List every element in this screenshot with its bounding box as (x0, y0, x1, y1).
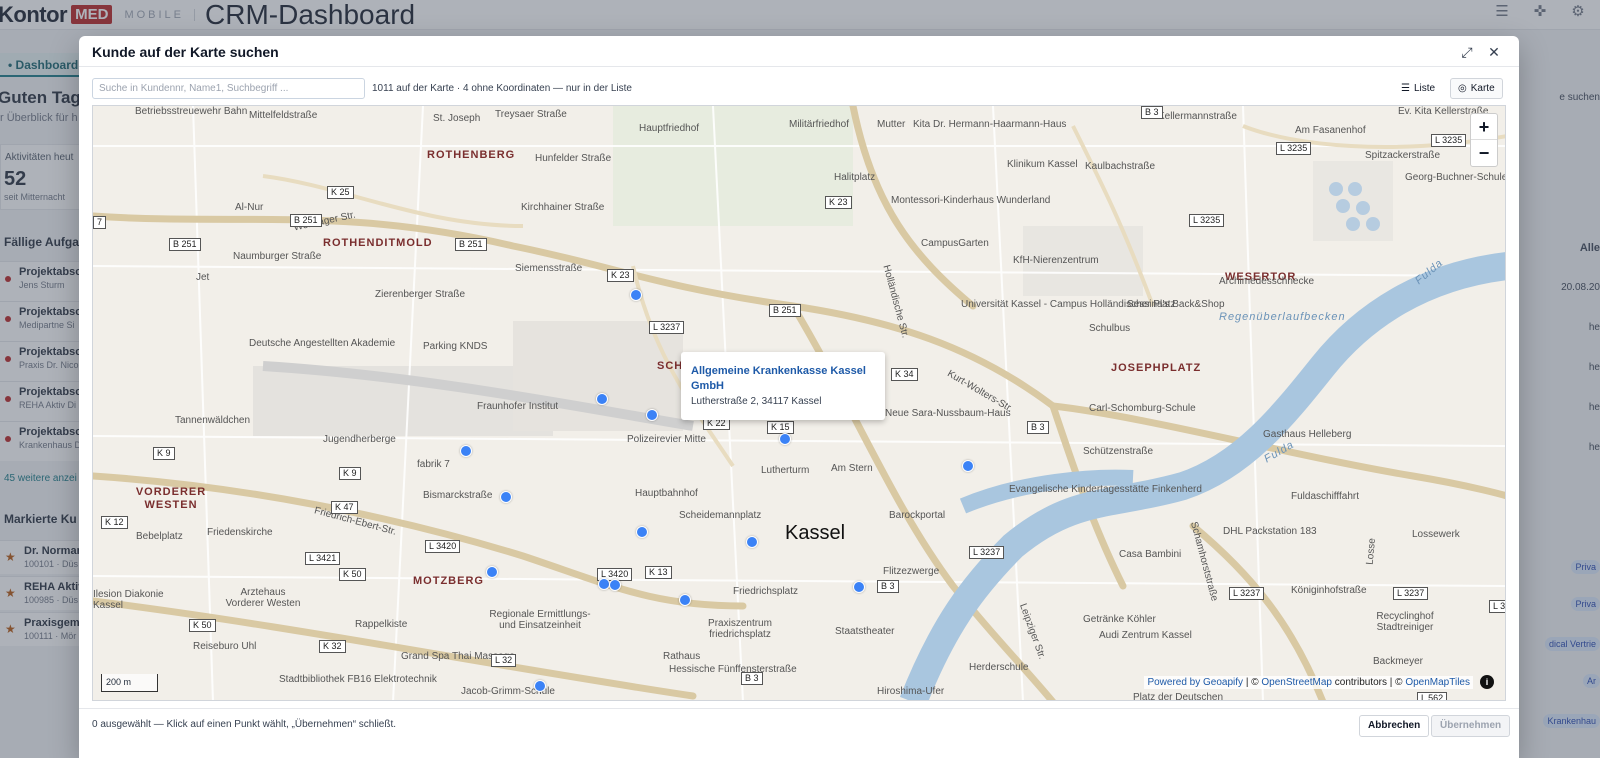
road-shield: L 3237 (1489, 600, 1505, 613)
customer-pin[interactable] (746, 536, 758, 548)
customer-pin[interactable] (609, 579, 621, 591)
zoom-controls: + − (1470, 113, 1498, 167)
road-shield: K 47 (331, 501, 358, 514)
road-shield: L 3237 (969, 546, 1005, 559)
road-shield: B 251 (290, 214, 322, 227)
water-label: Regenüberlaufbecken (1219, 311, 1346, 323)
road-shield: K 9 (153, 447, 175, 460)
road-shield: K 50 (339, 568, 366, 581)
osm-link[interactable]: OpenStreetMap (1261, 677, 1332, 688)
modal-header: Kunde auf der Karte suchen ⤢ ✕ (79, 36, 1519, 67)
district-label: VORDERER WESTEN (135, 486, 207, 511)
customer-pin[interactable] (779, 433, 791, 445)
road-shield: L 32 (491, 654, 517, 667)
road-shield: B 3 (1141, 106, 1163, 119)
district-label: ROTHENBERG (427, 149, 516, 161)
list-icon: ☰ (1401, 83, 1410, 94)
road-shield: K 50 (189, 619, 216, 632)
road-shield: B 3 (741, 672, 763, 685)
road-shield: K 12 (101, 516, 128, 529)
road-shield: 7 (93, 216, 107, 229)
road-shield: B 251 (769, 304, 801, 317)
map-icon: ◎ (1458, 83, 1467, 94)
modal-footer: 0 ausgewählt — Klick auf einen Punkt wäh… (79, 708, 1519, 758)
customer-pin[interactable] (486, 566, 498, 578)
expand-icon[interactable]: ⤢ (1457, 42, 1477, 62)
road-shield: L 3235 (1276, 142, 1312, 155)
view-map-button[interactable]: ◎ Karte (1450, 78, 1503, 99)
customer-pin[interactable] (962, 460, 974, 472)
road-shield: K 32 (319, 640, 346, 653)
map-canvas[interactable]: ROTHENBERG ROTHENDITMOLD WESERTOR JOSEPH… (92, 105, 1506, 701)
selection-status: 0 ausgewählt — Klick auf einen Punkt wäh… (92, 719, 397, 730)
omt-link[interactable]: OpenMapTiles (1405, 677, 1470, 688)
road-shield: K 23 (607, 269, 634, 282)
road-shield: K 34 (891, 368, 918, 381)
road-shield: L 3420 (425, 540, 461, 553)
road-shield: L 3235 (1431, 134, 1467, 147)
geoapify-link[interactable]: Powered by Geoapify (1147, 677, 1243, 688)
road-shield: K 13 (645, 566, 672, 579)
road-shield: L 3421 (305, 552, 341, 565)
zoom-in-button[interactable]: + (1471, 114, 1497, 140)
district-label: JOSEPHPLATZ (1111, 362, 1202, 374)
road-shield: L 562 (1417, 692, 1448, 700)
modal-title: Kunde auf der Karte suchen (92, 44, 279, 60)
customer-pin[interactable] (646, 409, 658, 421)
map-search-modal: Kunde auf der Karte suchen ⤢ ✕ 1011 auf … (79, 36, 1519, 758)
city-label: Kassel (785, 522, 846, 544)
customer-pin[interactable] (596, 393, 608, 405)
cancel-button[interactable]: Abbrechen (1359, 715, 1430, 737)
customer-pin[interactable] (630, 289, 642, 301)
road-shield: K 23 (825, 196, 852, 209)
zoom-out-button[interactable]: − (1471, 140, 1497, 166)
search-input[interactable] (92, 78, 365, 99)
customer-pin[interactable] (534, 680, 546, 692)
road-shield: L 3235 (1189, 214, 1225, 227)
district-label: ROTHENDITMOLD (323, 237, 433, 249)
view-list-button[interactable]: ☰ Liste (1393, 78, 1444, 99)
customer-pin[interactable] (500, 491, 512, 503)
map-attribution: Powered by Geoapify | © OpenStreetMap co… (1144, 676, 1473, 689)
apply-button[interactable]: Übernehmen (1431, 715, 1511, 737)
road-shield: L 3237 (1229, 587, 1265, 600)
road-shield: B 251 (455, 238, 487, 251)
road-shield: B 3 (877, 580, 899, 593)
customer-pin[interactable] (679, 594, 691, 606)
customer-pin[interactable] (460, 445, 472, 457)
map-scale: 200 m (101, 674, 158, 692)
district-label: MOTZBERG (413, 575, 484, 587)
customer-pin[interactable] (853, 581, 865, 593)
road-shield: B 3 (1027, 421, 1049, 434)
road-shield: K 25 (327, 186, 354, 199)
customer-popup: Allgemeine Krankenkasse Kassel GmbH Luth… (681, 352, 885, 420)
road-shield: B 251 (169, 238, 201, 251)
customer-pin[interactable] (636, 526, 648, 538)
count-info: 1011 auf der Karte · 4 ohne Koordinaten … (372, 83, 632, 94)
road-shield: L 3237 (1393, 587, 1429, 600)
road-shield: K 15 (767, 421, 794, 434)
info-icon[interactable]: i (1480, 675, 1494, 689)
district-label: SCH (657, 360, 684, 372)
close-icon[interactable]: ✕ (1484, 42, 1504, 62)
popup-customer-name[interactable]: Allgemeine Krankenkasse Kassel GmbH (691, 364, 871, 394)
road-shield: K 9 (339, 467, 361, 480)
road-shield: L 3237 (649, 321, 685, 334)
popup-customer-address: Lutherstraße 2, 34117 Kassel (691, 396, 822, 407)
